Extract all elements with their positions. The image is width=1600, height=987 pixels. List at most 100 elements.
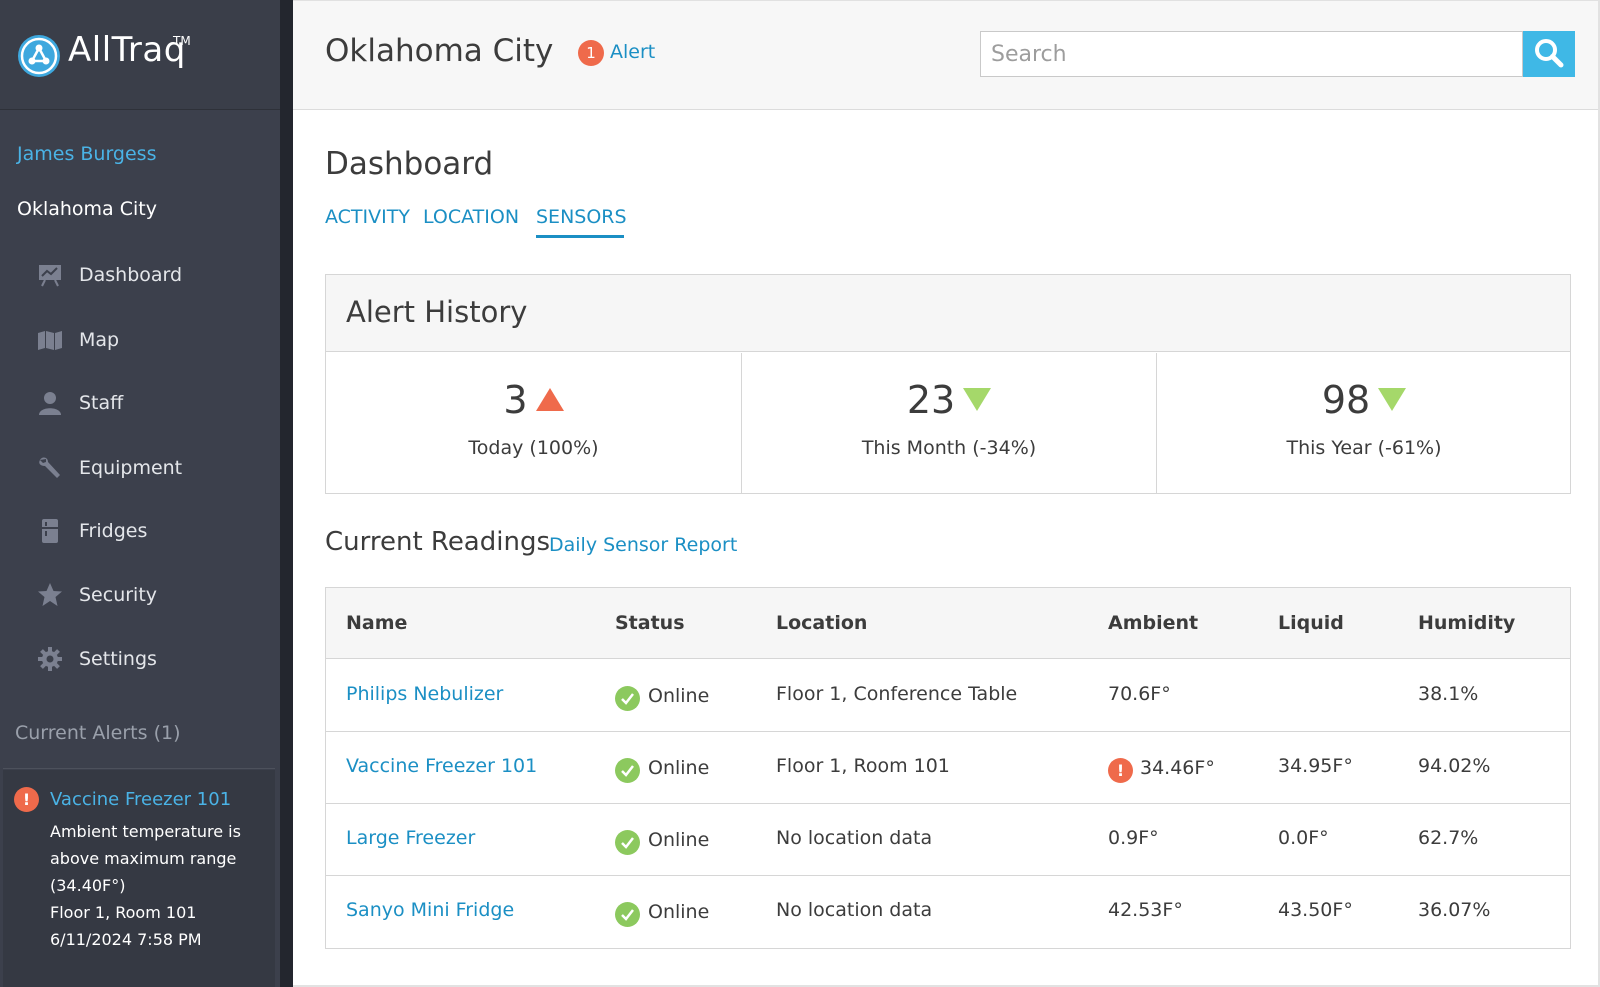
nav-item-fridges[interactable]: Fridges <box>0 506 280 556</box>
status-text: Online <box>648 685 710 707</box>
sensor-name-link[interactable]: Sanyo Mini Fridge <box>346 899 514 921</box>
location-cell: Floor 1, Conference Table <box>776 683 1018 705</box>
ambient-cell: 70.6F° <box>1108 683 1171 705</box>
status-text: Online <box>648 757 710 779</box>
liquid-cell: 43.50F° <box>1278 899 1353 921</box>
ambient-cell: 34.46F° <box>1140 757 1215 779</box>
table-row[interactable]: Sanyo Mini Fridge Online No location dat… <box>326 876 1570 948</box>
stat-this-month: 23 This Month (-34%) <box>741 353 1156 494</box>
nav-label: Staff <box>79 392 124 414</box>
column-header-location[interactable]: Location <box>776 612 867 634</box>
column-header-name[interactable]: Name <box>346 612 407 634</box>
trend-up-icon <box>535 388 564 411</box>
alltraq-logo-icon <box>18 35 60 77</box>
liquid-cell: 0.0F° <box>1278 827 1329 849</box>
user-name-link[interactable]: James Burgess <box>17 143 157 165</box>
search-icon <box>1533 37 1565 72</box>
nav-label: Equipment <box>79 457 183 479</box>
dashboard-title: Dashboard <box>325 146 494 182</box>
alert-history-panel: Alert History 3 Today (100%) 23 This Mon… <box>325 274 1571 494</box>
stat-value: 98 <box>1321 377 1371 422</box>
daily-sensor-report-link[interactable]: Daily Sensor Report <box>549 534 737 556</box>
alert-detail-line: (34.40F°) <box>50 876 126 895</box>
location-cell: Floor 1, Room 101 <box>776 755 950 777</box>
dashboard-icon <box>36 261 64 289</box>
brand-header: AllTraq TM <box>0 0 280 110</box>
search-input[interactable] <box>980 31 1523 77</box>
gear-icon <box>36 645 64 673</box>
alert-history-title: Alert History <box>346 295 528 329</box>
nav-item-map[interactable]: Map <box>0 315 280 365</box>
status-text: Online <box>648 829 710 851</box>
page-title: Oklahoma City <box>325 33 554 69</box>
nav-label: Security <box>79 584 158 606</box>
map-icon <box>36 326 64 354</box>
online-check-icon <box>615 758 640 783</box>
stat-value: 3 <box>503 377 528 422</box>
nav-item-staff[interactable]: Staff <box>0 378 280 428</box>
online-check-icon <box>615 830 640 855</box>
nav-item-equipment[interactable]: Equipment <box>0 443 280 493</box>
nav-label: Settings <box>79 648 157 670</box>
alert-count-badge[interactable]: 1 <box>578 40 604 66</box>
active-tab-indicator <box>536 235 624 238</box>
stat-label: This Year (-61%) <box>1286 437 1442 459</box>
alert-timestamp: 6/11/2024 7:58 PM <box>50 930 202 949</box>
humidity-cell: 62.7% <box>1418 827 1479 849</box>
stat-today: 3 Today (100%) <box>326 353 741 494</box>
tab-location[interactable]: LOCATION <box>423 206 519 228</box>
nav-item-settings[interactable]: Settings <box>0 634 280 684</box>
column-header-humidity[interactable]: Humidity <box>1418 612 1515 634</box>
status-text: Online <box>648 901 710 923</box>
ambient-warning-icon: ! <box>1108 758 1133 783</box>
user-location: Oklahoma City <box>17 198 157 220</box>
stat-value: 23 <box>906 377 956 422</box>
wrench-icon <box>36 454 64 482</box>
table-row[interactable]: Vaccine Freezer 101 Online Floor 1, Room… <box>326 732 1570 804</box>
sensor-name-link[interactable]: Vaccine Freezer 101 <box>346 755 537 777</box>
table-row[interactable]: Philips Nebulizer Online Floor 1, Confer… <box>326 660 1570 732</box>
location-cell: No location data <box>776 827 933 849</box>
alert-device-link[interactable]: Vaccine Freezer 101 <box>50 789 231 810</box>
alert-link[interactable]: Alert <box>610 41 655 63</box>
location-cell: No location data <box>776 899 933 921</box>
nav-label: Map <box>79 329 120 351</box>
panel-header: Alert History <box>326 275 1570 352</box>
nav-label: Dashboard <box>79 264 183 286</box>
sensor-name-link[interactable]: Large Freezer <box>346 827 475 849</box>
table-header: Name Status Location Ambient Liquid Humi… <box>326 588 1570 659</box>
alert-detail-line: Floor 1, Room 101 <box>50 903 197 922</box>
star-icon <box>36 581 64 609</box>
column-header-ambient[interactable]: Ambient <box>1108 612 1198 634</box>
column-header-liquid[interactable]: Liquid <box>1278 612 1344 634</box>
stat-label: Today (100%) <box>468 437 599 459</box>
alert-detail-line: Ambient temperature is <box>50 822 241 841</box>
sidebar: AllTraq TM James Burgess Oklahoma City D… <box>0 0 293 987</box>
humidity-cell: 36.07% <box>1418 899 1491 921</box>
nav-item-security[interactable]: Security <box>0 570 280 620</box>
column-header-status[interactable]: Status <box>615 612 685 634</box>
readings-table: Name Status Location Ambient Liquid Humi… <box>325 587 1571 949</box>
table-row[interactable]: Large Freezer Online No location data 0.… <box>326 804 1570 876</box>
stat-this-year: 98 This Year (-61%) <box>1156 353 1571 494</box>
ambient-cell: 0.9F° <box>1108 827 1159 849</box>
online-check-icon <box>615 686 640 711</box>
current-alerts-heading: Current Alerts (1) <box>15 722 181 744</box>
brand-name: AllTraq <box>68 30 186 70</box>
alert-detail-line: above maximum range <box>50 849 237 868</box>
search-button[interactable] <box>1523 31 1575 77</box>
stat-label: This Month (-34%) <box>861 437 1037 459</box>
ambient-cell: 42.53F° <box>1108 899 1183 921</box>
divider <box>3 768 275 769</box>
nav-item-dashboard[interactable]: Dashboard <box>0 250 280 300</box>
nav-label: Fridges <box>79 520 148 542</box>
sensor-name-link[interactable]: Philips Nebulizer <box>346 683 503 705</box>
liquid-cell: 34.95F° <box>1278 755 1353 777</box>
brand-trademark: TM <box>173 34 191 48</box>
humidity-cell: 38.1% <box>1418 683 1479 705</box>
person-icon <box>36 389 64 417</box>
tab-sensors[interactable]: SENSORS <box>536 206 627 228</box>
sidebar-edge <box>280 0 293 987</box>
tab-activity[interactable]: ACTIVITY <box>325 206 410 228</box>
trend-down-icon <box>1378 388 1407 411</box>
